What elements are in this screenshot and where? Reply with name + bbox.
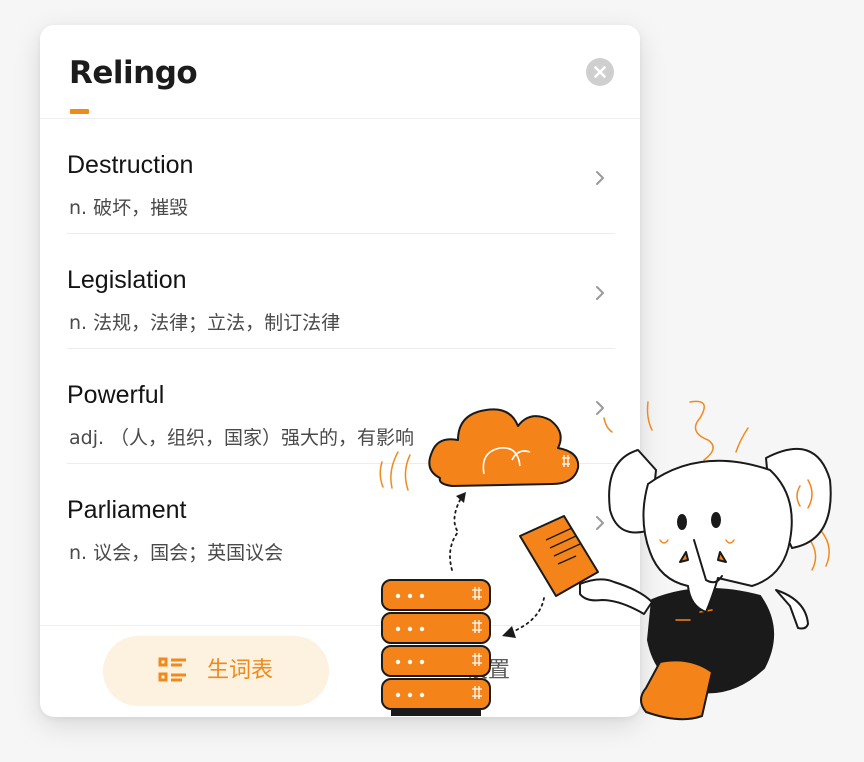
- logo-accent-bar: [70, 109, 89, 114]
- word-definition: n. 破坏，摧毁: [69, 197, 189, 219]
- word-term: Powerful: [67, 381, 165, 409]
- word-term: Destruction: [67, 151, 194, 179]
- close-button[interactable]: [586, 58, 614, 86]
- settings-button[interactable]: 设置: [430, 636, 590, 706]
- chevron-right-icon: [596, 516, 604, 530]
- vocabulary-button[interactable]: 生词表: [103, 636, 329, 706]
- word-definition: n. 法规，法律；立法，制订法律: [69, 312, 341, 334]
- app-stage: Relingo Destruction n. 破坏，摧毁 Legislation…: [0, 0, 864, 762]
- list-item[interactable]: Destruction n. 破坏，摧毁: [67, 119, 615, 234]
- relingo-logo: Relingo: [69, 55, 198, 91]
- chevron-right-icon: [596, 401, 604, 415]
- word-list: Destruction n. 破坏，摧毁 Legislation n. 法规，法…: [40, 119, 640, 578]
- word-definition: n. 议会，国会；英国议会: [69, 542, 284, 564]
- list-item[interactable]: Powerful adj. （人，组织，国家）强大的，有影响: [67, 349, 615, 464]
- chevron-right-icon: [596, 171, 604, 185]
- list-item[interactable]: Parliament n. 议会，国会；英国议会: [67, 464, 615, 578]
- close-icon: [594, 66, 606, 78]
- word-definition: adj. （人，组织，国家）强大的，有影响: [69, 427, 415, 449]
- relingo-popup: Relingo Destruction n. 破坏，摧毁 Legislation…: [40, 25, 640, 717]
- list-icon: [158, 657, 186, 682]
- list-item[interactable]: Legislation n. 法规，法律；立法，制订法律: [67, 234, 615, 349]
- word-term: Legislation: [67, 266, 187, 294]
- word-term: Parliament: [67, 496, 187, 524]
- popup-header: Relingo: [40, 25, 640, 119]
- vocabulary-label: 生词表: [207, 658, 274, 683]
- settings-label: 设置: [466, 658, 511, 683]
- popup-footer: 生词表 设置: [40, 625, 640, 717]
- chevron-right-icon: [596, 286, 604, 300]
